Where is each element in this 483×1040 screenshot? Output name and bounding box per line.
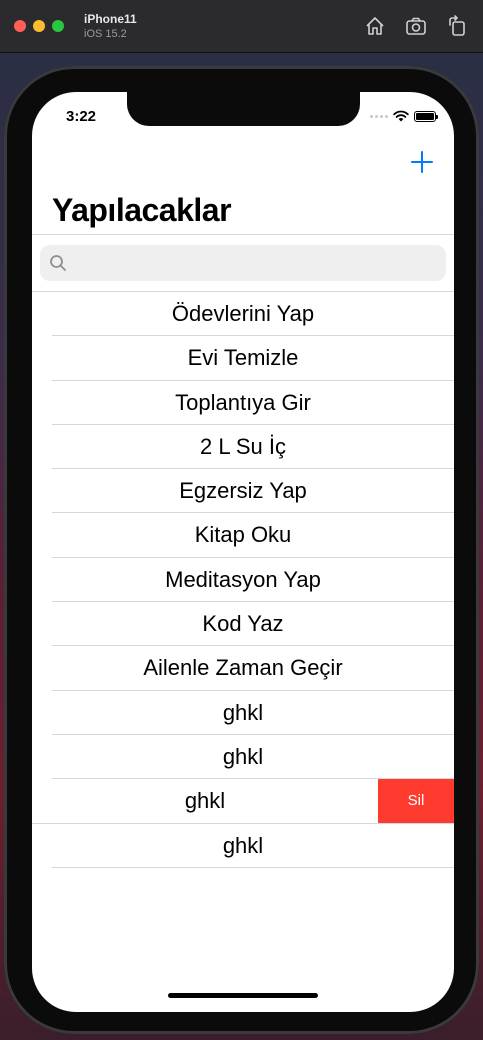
todo-row[interactable]: 2 L Su İç (32, 425, 454, 470)
todo-label: 2 L Su İç (199, 433, 286, 459)
os-version: iOS 15.2 (84, 28, 127, 40)
todo-row[interactable]: Egzersiz Yap (32, 469, 454, 514)
screenshot-icon[interactable] (405, 15, 427, 37)
status-indicators (370, 109, 438, 123)
cellular-signal-icon (370, 114, 388, 118)
todo-row[interactable]: Ödevlerini Yap (32, 292, 454, 337)
todo-label: ghkl (222, 832, 264, 858)
add-todo-button[interactable] (410, 150, 434, 174)
todo-label: Toplantıya Gir (175, 389, 311, 415)
todo-row[interactable]: Meditasyon Yap (32, 558, 454, 603)
phone-screen: 3:22 Yapılacaklar Ödevlerini Yap Evi Tem… (32, 92, 454, 1012)
todo-row[interactable]: Kitap Oku (32, 513, 454, 558)
todo-label: ghkl (184, 788, 226, 814)
search-input[interactable] (74, 245, 438, 283)
todo-row[interactable]: Evi Temizle (32, 336, 454, 381)
wifi-icon (393, 110, 409, 122)
simulator-title-bar: iPhone11 iOS 15.2 (0, 0, 483, 53)
todo-label: ghkl (222, 743, 264, 769)
battery-icon (414, 110, 438, 122)
todo-row[interactable]: ghkl (32, 735, 454, 780)
todo-row[interactable]: Ailenle Zaman Geçir (32, 646, 454, 691)
close-window-button[interactable] (14, 20, 26, 32)
zoom-window-button[interactable] (52, 20, 64, 32)
todo-list: Ödevlerini Yap Evi Temizle Toplantıya Gi… (32, 292, 454, 868)
delete-button[interactable]: Sil (378, 779, 454, 824)
home-indicator[interactable] (168, 993, 318, 998)
notch (127, 92, 360, 126)
rotate-icon[interactable] (446, 15, 468, 37)
search-bar[interactable] (40, 245, 446, 283)
plus-icon (411, 151, 433, 173)
divider (32, 234, 454, 235)
todo-label: Ailenle Zaman Geçir (143, 655, 343, 681)
todo-label: Evi Temizle (187, 345, 299, 371)
todo-label: Meditasyon Yap (165, 566, 321, 592)
todo-label: Ödevlerini Yap (171, 301, 315, 326)
todo-label: Kitap Oku (194, 522, 292, 548)
search-icon (50, 255, 66, 271)
todo-label: ghkl (222, 699, 264, 725)
todo-label: Kod Yaz (202, 611, 284, 637)
todo-label: Egzersiz Yap (179, 478, 307, 504)
todo-row[interactable]: Toplantıya Gir (32, 381, 454, 425)
home-icon[interactable] (364, 15, 386, 37)
todo-row-swiped[interactable]: ghkl Sil (32, 779, 454, 824)
todo-row[interactable]: Kod Yaz (32, 602, 454, 647)
minimize-window-button[interactable] (33, 20, 45, 32)
device-name: iPhone11 (84, 12, 137, 26)
todo-row[interactable]: ghkl (32, 824, 454, 868)
status-time: 3:22 (66, 108, 97, 125)
todo-row[interactable]: ghkl (32, 691, 454, 735)
page-title: Yapılacaklar (52, 192, 232, 228)
